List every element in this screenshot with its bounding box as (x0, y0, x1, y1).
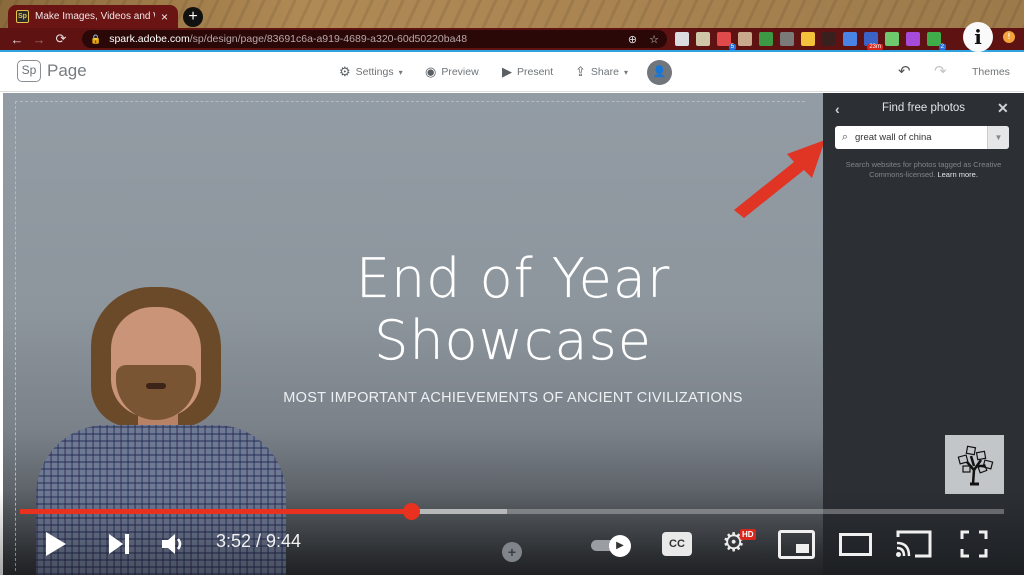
google-classroom-extension-icon[interactable] (759, 32, 773, 46)
forward-arrow-icon[interactable]: → (28, 32, 50, 47)
share-icon: ⇪ (575, 64, 586, 79)
tab-title: Make Images, Videos and Web Stories (35, 11, 155, 22)
presenter-mouth (146, 383, 166, 389)
lock-icon: 🔒 (90, 33, 102, 44)
fullscreen-icon[interactable] (960, 530, 988, 558)
theater-mode-icon[interactable] (839, 533, 872, 556)
present-label: Present (517, 66, 554, 78)
captions-button[interactable]: CC (662, 532, 692, 556)
ext-1-extension-icon[interactable] (675, 32, 689, 46)
back-arrow-icon[interactable]: ← (6, 32, 28, 47)
spark-favicon-icon: Sp (16, 10, 29, 23)
help-text: Search websites for photos tagged as Cre… (845, 160, 1002, 179)
bookmark-star-icon[interactable]: ☆ (649, 33, 659, 46)
ext-4-extension-icon[interactable] (738, 32, 752, 46)
photo-search-input[interactable] (855, 132, 987, 143)
settings-button[interactable]: ⚙ Settings ▾ (339, 64, 403, 80)
undo-icon[interactable]: ↶ (898, 62, 911, 80)
url-host: spark.adobe.com (109, 33, 190, 45)
google-translate-extension-icon[interactable] (843, 32, 857, 46)
reload-icon[interactable]: ⟳ (50, 31, 72, 47)
panel-help-text: Search websites for photos tagged as Cre… (833, 160, 1014, 180)
ext-11-extension-icon[interactable] (885, 32, 899, 46)
ext-10-extension-icon[interactable]: 23m (864, 32, 883, 50)
panel-title: Find free photos (881, 102, 966, 114)
share-label: Share (590, 66, 619, 78)
played-bar (20, 509, 411, 514)
cast-icon[interactable] (895, 529, 933, 559)
add-block-icon[interactable]: + (502, 542, 522, 562)
ext-12-extension-icon[interactable] (906, 32, 920, 46)
photo-search-field[interactable]: ⌕ ▼ (835, 126, 1009, 149)
play-icon[interactable] (44, 531, 68, 557)
themes-button[interactable]: Themes (972, 66, 1010, 78)
present-button[interactable]: ▶ Present (502, 64, 553, 80)
volume-icon[interactable] (161, 533, 187, 555)
ext-13-extension-icon[interactable]: 2 (927, 32, 946, 50)
time-display: 3:52 / 9:44 (216, 531, 302, 551)
spark-logo[interactable]: Sp (17, 60, 41, 82)
chevron-down-icon: ▾ (623, 67, 628, 77)
gear-icon: ⚙ (339, 64, 351, 79)
close-icon[interactable]: ✕ (997, 100, 1009, 117)
eye-icon: ◉ (425, 64, 437, 79)
chevron-down-icon[interactable]: ▼ (987, 126, 1009, 149)
zoom-icon[interactable]: ⊕ (628, 33, 637, 46)
ext-3-extension-icon[interactable]: 5 (717, 32, 736, 50)
address-bar[interactable]: 🔒 spark.adobe.com /sp/design/page/83691c… (82, 30, 667, 48)
url-path: /sp/design/page/83691c6a-a919-4689-a320-… (189, 33, 468, 45)
google-drive-extension-icon[interactable] (801, 32, 815, 46)
preview-label: Preview (441, 66, 479, 78)
alert-icon[interactable]: ! (1003, 31, 1015, 43)
search-icon: ⌕ (841, 131, 849, 143)
tree-icon (957, 445, 993, 485)
learn-more-link[interactable]: Learn more. (937, 170, 977, 179)
browser-tab[interactable]: Sp Make Images, Videos and Web Stories × (8, 5, 178, 28)
hd-badge: HD (740, 529, 756, 540)
ext-8-extension-icon[interactable] (822, 32, 836, 46)
chevron-down-icon: ▾ (398, 67, 403, 77)
settings-label: Settings (355, 66, 394, 78)
miniplayer-icon[interactable] (778, 530, 815, 559)
info-icon[interactable]: i (963, 22, 993, 52)
ext-6-extension-icon[interactable] (780, 32, 794, 46)
share-button[interactable]: ⇪ Share ▾ (575, 64, 628, 80)
next-icon[interactable] (108, 533, 130, 555)
new-tab-button[interactable]: + (183, 7, 203, 27)
photo-thumbnail[interactable] (945, 435, 1004, 494)
annotation-arrow-icon (734, 140, 825, 218)
redo-icon[interactable]: ↷ (934, 62, 947, 80)
play-icon: ▶ (609, 535, 631, 557)
invite-collaborator-icon[interactable]: 👤 (647, 60, 672, 85)
scrubber-handle[interactable] (402, 503, 420, 520)
preview-button[interactable]: ◉ Preview (425, 64, 479, 80)
spark-header: Sp Page ⚙ Settings ▾ ◉ Preview ▶ Present… (0, 52, 1024, 92)
autoplay-toggle[interactable]: ▶ (591, 535, 633, 557)
play-icon: ▶ (502, 64, 512, 79)
progress-bar[interactable] (20, 503, 1004, 520)
close-tab-icon[interactable]: × (161, 10, 168, 24)
screen: Sp Make Images, Videos and Web Stories ×… (0, 0, 1024, 575)
ext-2-extension-icon[interactable] (696, 32, 710, 46)
app-name: Page (47, 61, 87, 80)
